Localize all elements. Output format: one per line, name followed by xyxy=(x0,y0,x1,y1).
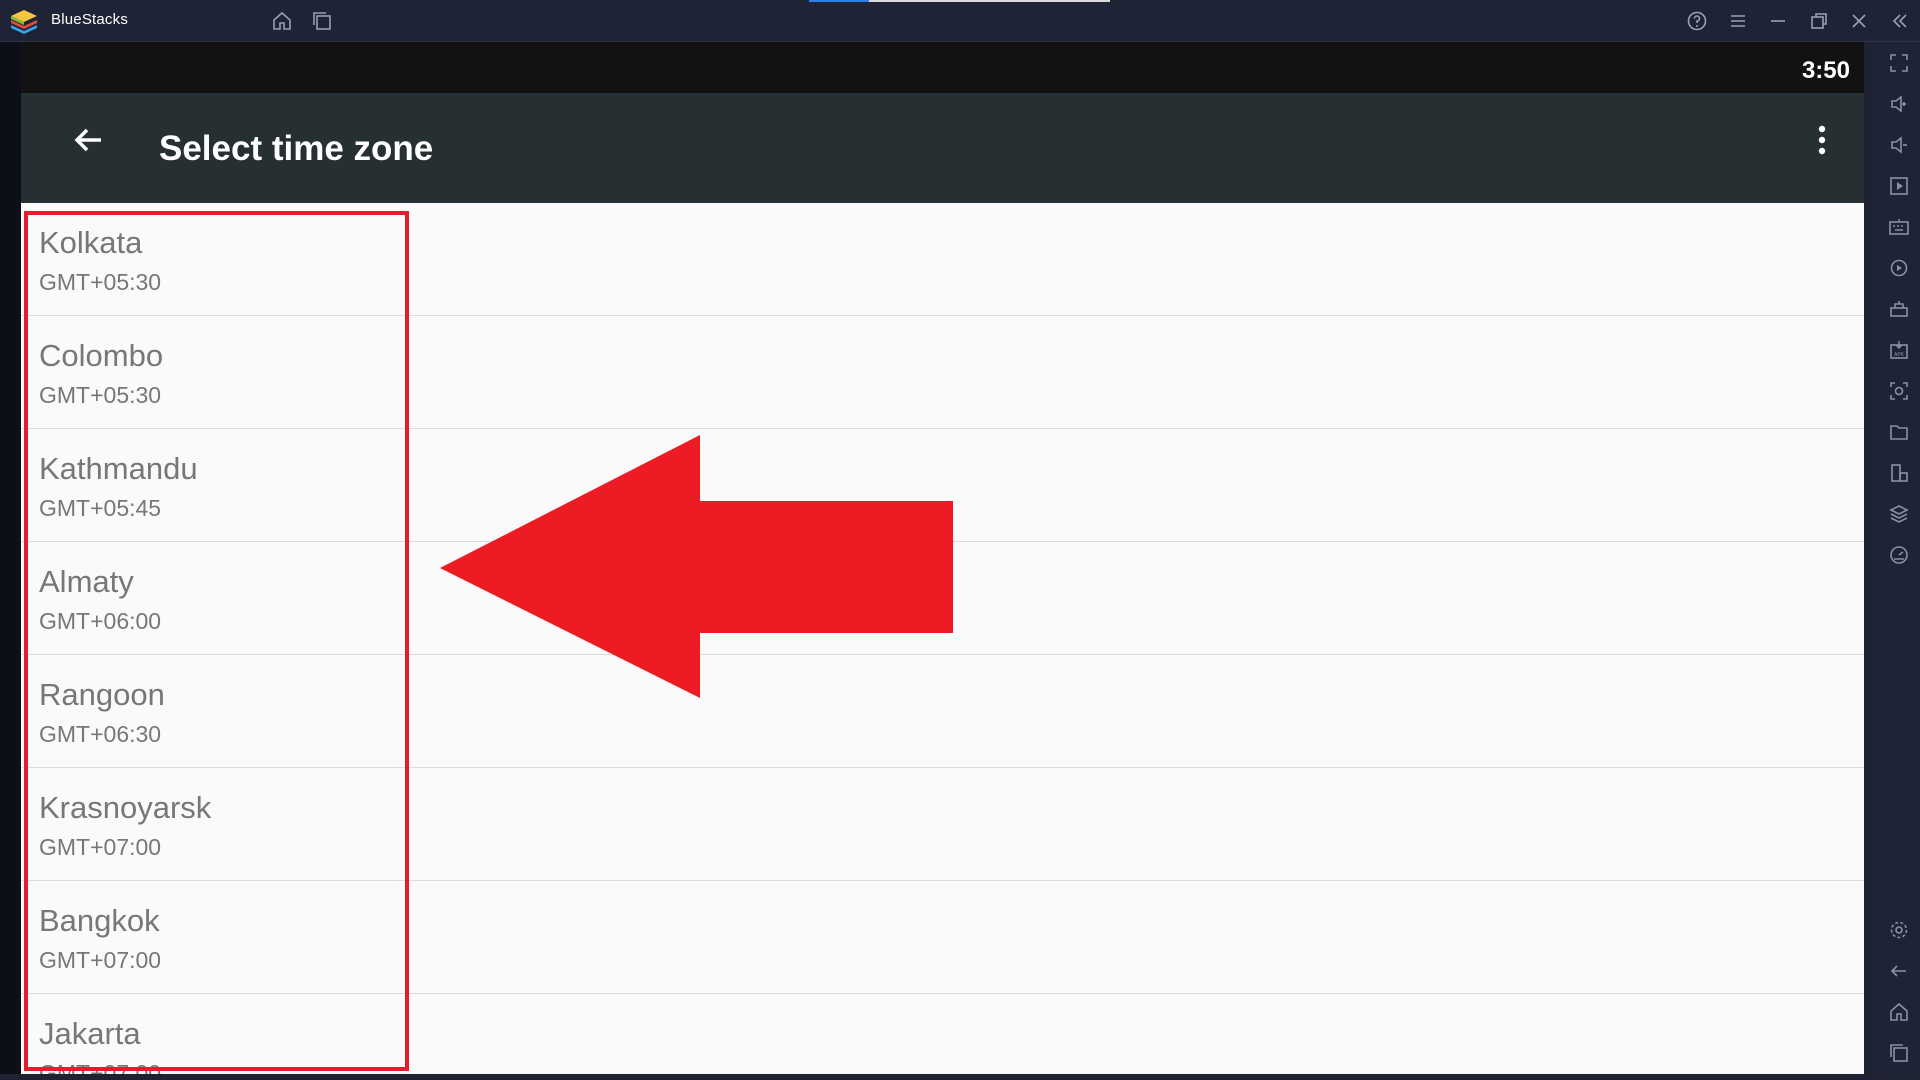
list-item[interactable]: Rangoon GMT+06:30 xyxy=(21,655,1864,768)
list-item[interactable]: Kolkata GMT+05:30 xyxy=(21,203,1864,316)
layers-icon[interactable] xyxy=(1888,503,1910,525)
timezone-offset: GMT+06:00 xyxy=(39,608,162,634)
svg-text:APK: APK xyxy=(1894,352,1905,358)
multi-instance-sync-icon[interactable] xyxy=(1888,462,1910,484)
timezone-city: Bangkok xyxy=(39,903,160,938)
android-status-bar: 3:50 xyxy=(21,42,1864,93)
multi-instance-icon[interactable] xyxy=(311,10,333,32)
status-time: 3:50 xyxy=(1801,57,1850,84)
fullscreen-icon[interactable] xyxy=(1888,52,1910,74)
back-icon[interactable] xyxy=(1888,960,1910,982)
rotate-icon[interactable] xyxy=(1888,257,1910,279)
recent-apps-icon[interactable] xyxy=(1888,1042,1910,1064)
loading-bar-fill xyxy=(809,0,869,2)
list-item[interactable]: Colombo GMT+05:30 xyxy=(21,316,1864,429)
window-titlebar: BlueStacks xyxy=(0,0,1920,42)
home-icon[interactable] xyxy=(1888,1001,1910,1023)
list-item[interactable]: Bangkok GMT+07:00 xyxy=(21,881,1864,994)
more-options-icon[interactable] xyxy=(1808,117,1836,165)
volume-up-icon[interactable] xyxy=(1888,93,1910,115)
timezone-city: Kathmandu xyxy=(39,451,198,486)
timezone-list[interactable]: Kolkata GMT+05:30 Colombo GMT+05:30 Kath… xyxy=(21,203,1864,1080)
timezone-offset: GMT+07:00 xyxy=(39,947,162,973)
settings-icon[interactable] xyxy=(1888,919,1910,941)
app-title: BlueStacks xyxy=(51,11,129,28)
timezone-city: Krasnoyarsk xyxy=(39,790,212,825)
window-bottom-edge xyxy=(0,1074,1920,1080)
minimize-icon[interactable] xyxy=(1767,10,1789,32)
menu-icon[interactable] xyxy=(1727,10,1749,32)
macro-icon[interactable] xyxy=(1888,298,1910,320)
list-item[interactable]: Almaty GMT+06:00 xyxy=(21,542,1864,655)
list-item[interactable]: Kathmandu GMT+05:45 xyxy=(21,429,1864,542)
timezone-city: Rangoon xyxy=(39,677,165,712)
screen-record-icon[interactable] xyxy=(1888,175,1910,197)
timezone-offset: GMT+05:45 xyxy=(39,495,162,521)
screen-bezel xyxy=(0,42,21,1080)
apk-install-icon[interactable]: APK xyxy=(1888,339,1910,361)
timezone-city: Almaty xyxy=(39,564,134,599)
eco-mode-icon[interactable] xyxy=(1888,544,1910,566)
timezone-city: Jakarta xyxy=(39,1016,141,1051)
help-icon[interactable] xyxy=(1686,10,1708,32)
restore-icon[interactable] xyxy=(1808,10,1830,32)
volume-down-icon[interactable] xyxy=(1888,134,1910,156)
close-icon[interactable] xyxy=(1848,10,1870,32)
list-item[interactable]: Jakarta GMT+07:00 xyxy=(21,994,1864,1080)
bluestacks-logo-icon xyxy=(9,8,39,34)
app-bar: Select time zone xyxy=(21,93,1864,203)
timezone-offset: GMT+05:30 xyxy=(39,269,162,295)
list-item[interactable]: Krasnoyarsk GMT+07:00 xyxy=(21,768,1864,881)
timezone-city: Colombo xyxy=(39,338,164,373)
collapse-sidebar-icon[interactable] xyxy=(1889,10,1911,32)
keyboard-icon[interactable] xyxy=(1888,216,1910,238)
timezone-offset: GMT+07:00 xyxy=(39,834,162,860)
timezone-offset: GMT+06:30 xyxy=(39,721,162,747)
timezone-city: Kolkata xyxy=(39,225,143,260)
home-icon[interactable] xyxy=(271,10,293,32)
timezone-offset: GMT+05:30 xyxy=(39,382,162,408)
page-title: Select time zone xyxy=(159,129,434,168)
screenshot-icon[interactable] xyxy=(1888,380,1910,402)
folder-icon[interactable] xyxy=(1888,421,1910,443)
back-arrow-icon[interactable] xyxy=(63,117,111,165)
right-toolbar: APK xyxy=(1878,42,1920,1080)
